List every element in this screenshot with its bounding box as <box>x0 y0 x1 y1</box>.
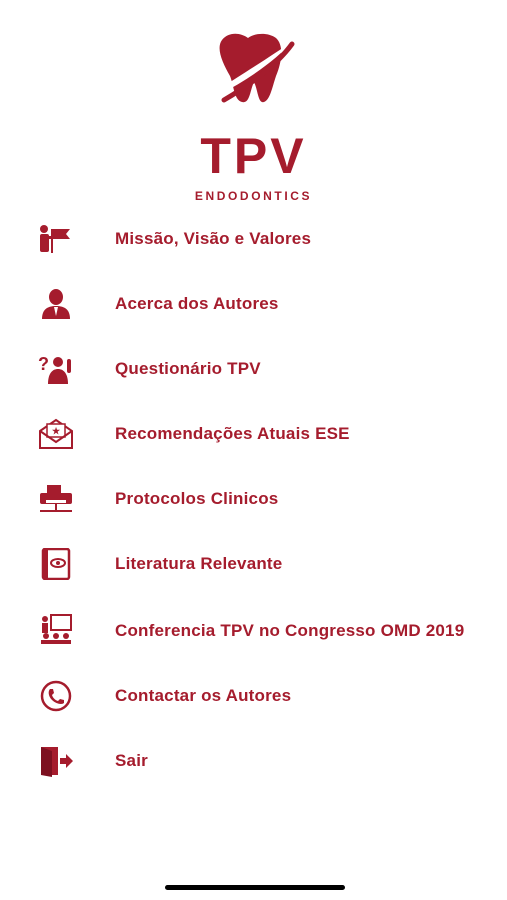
svg-text:★: ★ <box>52 426 61 436</box>
menu-item-label: Acerca dos Autores <box>115 294 279 313</box>
menu-item-label: Literatura Relevante <box>115 554 283 573</box>
conference-icon <box>41 614 72 644</box>
menu-item-contactar[interactable]: Contactar os Autores <box>0 668 507 724</box>
person-icon <box>42 289 70 319</box>
menu-item-literatura[interactable]: Literatura Relevante <box>0 536 507 592</box>
menu-item-recomendacoes[interactable]: ★ Recomendações Atuais ESE <box>0 406 507 462</box>
book-eye-icon <box>41 548 71 580</box>
menu-item-protocolos[interactable]: Protocolos Clinicos <box>0 471 507 527</box>
menu-item-autores[interactable]: Acerca dos Autores <box>0 276 507 332</box>
menu-item-label: Sair <box>115 751 148 770</box>
home-indicator[interactable] <box>165 885 345 890</box>
menu-item-label: Protocolos Clinicos <box>115 489 279 508</box>
question-person-icon: ? <box>38 354 71 384</box>
presenter-flag-icon <box>40 225 70 253</box>
app-logo: TPV ENDODONTICS <box>0 26 507 203</box>
menu-item-sair[interactable]: Sair <box>0 733 507 789</box>
menu-item-label: Contactar os Autores <box>115 686 292 705</box>
phone-icon <box>40 680 72 712</box>
menu-item-missao[interactable]: Missão, Visão e Valores <box>0 211 507 267</box>
mail-envelope-icon: ★ <box>39 418 73 449</box>
printer-network-icon <box>40 485 72 512</box>
brand-name: TPV <box>200 128 307 184</box>
tooth-logo-icon <box>218 33 295 103</box>
brand-subtitle: ENDODONTICS <box>194 189 313 203</box>
menu-item-label: Recomendações Atuais ESE <box>115 424 350 443</box>
svg-text:?: ? <box>38 354 49 374</box>
menu-item-label: Questionário TPV <box>115 359 261 378</box>
menu-item-questionario[interactable]: ? Questionário TPV <box>0 341 507 397</box>
menu-item-label: Conferencia TPV no Congresso OMD 2019 <box>115 621 465 640</box>
menu-item-conferencia[interactable]: Conferencia TPV no Congresso OMD 2019 <box>0 601 507 661</box>
exit-door-icon <box>41 747 73 777</box>
menu-item-label: Missão, Visão e Valores <box>115 229 312 248</box>
